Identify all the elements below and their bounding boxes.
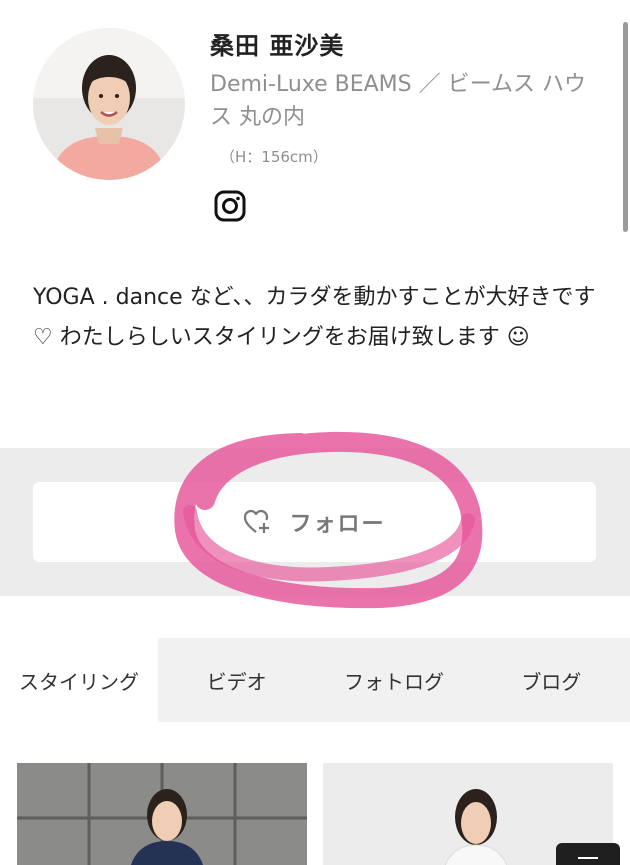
follow-label: フォロー: [289, 512, 386, 537]
tab-photolog[interactable]: フォトログ: [315, 638, 472, 722]
heart-plus-icon: [243, 509, 271, 535]
staff-height: （H：156cm）: [220, 148, 328, 166]
staff-profile-page: 桑田 亜沙美 Demi-Luxe BEAMS ／ ビームス ハウス 丸の内 （H…: [0, 0, 630, 865]
scrollbar[interactable]: [623, 22, 628, 232]
content-tabs: スタイリング ビデオ フォトログ ブログ: [0, 638, 630, 722]
menu-button[interactable]: [556, 843, 620, 865]
styling-thumbnail[interactable]: [17, 763, 307, 865]
instagram-icon[interactable]: [214, 190, 246, 222]
staff-bio: YOGA . dance など、、カラダを動かすことが大好きです ♡ わたしらし…: [33, 285, 596, 350]
follow-button[interactable]: フォロー: [33, 482, 596, 562]
menu-icon: [578, 857, 598, 859]
shop-name[interactable]: Demi-Luxe BEAMS ／ ビームス ハウス 丸の内: [210, 68, 600, 134]
avatar: [33, 28, 185, 180]
staff-name: 桑田 亜沙美: [210, 32, 345, 60]
tab-styling[interactable]: スタイリング: [0, 638, 158, 722]
tab-video[interactable]: ビデオ: [158, 638, 315, 722]
tab-blog[interactable]: ブログ: [473, 638, 630, 722]
